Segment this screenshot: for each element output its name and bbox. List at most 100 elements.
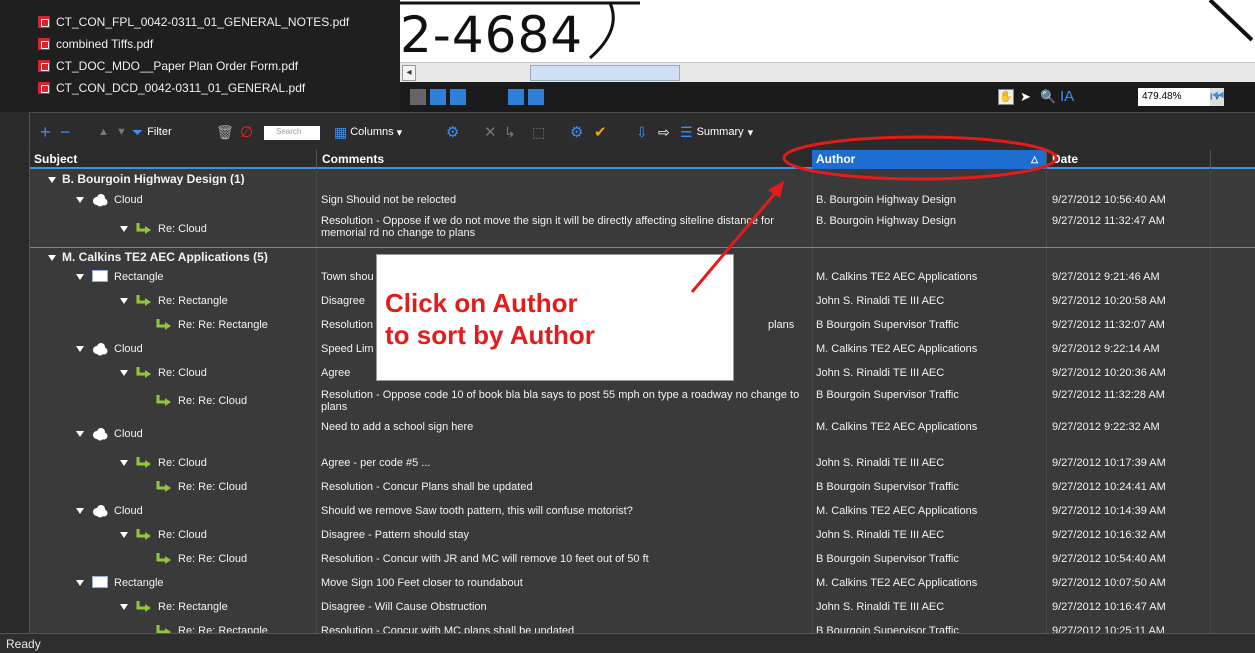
- first-page-icon[interactable]: ⏮: [1210, 89, 1230, 105]
- file-list-item[interactable]: CT_CON_DCD_0042-0311_01_GENERAL.pdf: [30, 77, 305, 99]
- author-cell: John S. Rinaldi TE III AEC: [816, 529, 945, 541]
- delete-icon[interactable]: ✕: [484, 123, 497, 141]
- file-list-item[interactable]: CT_CON_FPL_0042-0311_01_GENERAL_NOTES.pd…: [30, 11, 349, 33]
- expand-triangle-icon[interactable]: [76, 274, 84, 280]
- fit-page-icon[interactable]: [410, 89, 426, 105]
- expand-triangle-icon[interactable]: [120, 532, 128, 538]
- move-down-icon[interactable]: ▼: [116, 123, 127, 141]
- pdf-file-icon: [38, 16, 50, 28]
- file-list-item[interactable]: combined Tiffs.pdf: [30, 33, 153, 55]
- table-row[interactable]: Re: Re: Cloud Resolution - Oppose code 10…: [30, 385, 1255, 417]
- subject-cell: Rectangle: [114, 577, 164, 589]
- reply-icon[interactable]: ↳: [504, 123, 516, 141]
- scroll-left-icon[interactable]: ◂: [402, 65, 416, 81]
- comment-cell: Resolution - Concur with JR and MC will …: [321, 553, 649, 565]
- clear-filter-icon[interactable]: ∅: [240, 123, 253, 141]
- markup-settings-icon[interactable]: ⚙: [570, 123, 583, 141]
- expand-triangle-icon[interactable]: [48, 254, 56, 261]
- date-cell: 9/27/2012 10:20:36 AM: [1052, 367, 1166, 379]
- group-title: B. Bourgoin Highway Design (1): [62, 173, 245, 185]
- status-icon[interactable]: ⬚: [532, 123, 545, 141]
- author-cell: B. Bourgoin Highway Design: [816, 215, 957, 227]
- expand-triangle-icon[interactable]: [76, 508, 84, 514]
- pdf-file-icon: [38, 82, 50, 94]
- author-cell: B Bourgoin Supervisor Traffic: [816, 389, 959, 401]
- select-arrow-icon[interactable]: ➤: [1020, 89, 1036, 105]
- subject-cell: Re: Re: Cloud: [178, 395, 248, 407]
- grid-view-icon[interactable]: [508, 89, 524, 105]
- column-header-date[interactable]: Date: [1048, 150, 1208, 169]
- table-row[interactable]: Cloud Should we remove Saw tooth pattern,…: [30, 499, 1255, 523]
- subject-cell: Re: Re: Cloud: [178, 481, 248, 493]
- column-header-subject[interactable]: Subject: [30, 150, 316, 169]
- file-list-item[interactable]: CT_DOC_MDO__Paper Plan Order Form.pdf: [30, 55, 298, 77]
- table-row[interactable]: Rectangle Move Sign 100 Feet closer to ro…: [30, 571, 1255, 595]
- author-cell: John S. Rinaldi TE III AEC: [816, 601, 945, 613]
- table-row[interactable]: Re: Re: Cloud Resolution - Concur with JR…: [30, 547, 1255, 571]
- comment-cell: Resolution - Concur Plans shall be updat…: [321, 481, 533, 493]
- columns-button[interactable]: ▦ Columns ▾: [334, 123, 402, 141]
- subject-cell: Re: Cloud: [158, 457, 207, 469]
- text-select-icon[interactable]: IA: [1060, 89, 1086, 105]
- table-row[interactable]: Re: Cloud Resolution - Oppose if we do no…: [30, 211, 1255, 247]
- settings-gear-icon[interactable]: ⚙: [446, 123, 459, 141]
- trash-icon[interactable]: 🗑: [216, 123, 234, 141]
- expand-triangle-icon[interactable]: [120, 604, 128, 610]
- expand-triangle-icon[interactable]: [76, 346, 84, 352]
- download-icon[interactable]: [450, 89, 466, 105]
- comment-cell: Resolution - Oppose if we do not move th…: [321, 215, 774, 239]
- column-header-comments[interactable]: Comments: [318, 150, 812, 169]
- table-row[interactable]: Re: Rectangle Disagree - Will Cause Obstr…: [30, 595, 1255, 619]
- search-input[interactable]: Search: [264, 126, 320, 140]
- expand-all-icon[interactable]: +: [40, 122, 51, 142]
- author-cell: M. Calkins TE2 AEC Applications: [816, 271, 978, 283]
- scroll-thumb[interactable]: [530, 65, 680, 81]
- reply-arrow-icon: [136, 366, 152, 380]
- move-up-icon[interactable]: ▲: [98, 123, 109, 141]
- date-cell: 9/27/2012 10:14:39 AM: [1052, 505, 1166, 517]
- table-header: Subject Comments Author △ Date: [30, 150, 1255, 169]
- author-cell: B Bourgoin Supervisor Traffic: [816, 319, 959, 331]
- group-row[interactable]: B. Bourgoin Highway Design (1): [30, 171, 1255, 187]
- export-icon[interactable]: ⇨: [658, 123, 670, 141]
- import-icon[interactable]: ⇩: [636, 123, 648, 141]
- expand-triangle-icon[interactable]: [48, 176, 56, 183]
- expand-triangle-icon[interactable]: [76, 431, 84, 437]
- author-cell: M. Calkins TE2 AEC Applications: [816, 577, 978, 589]
- checkmark-icon[interactable]: ✔: [594, 123, 607, 141]
- expand-triangle-icon[interactable]: [76, 580, 84, 586]
- expand-triangle-icon[interactable]: [120, 298, 128, 304]
- reply-arrow-icon: [136, 294, 152, 308]
- author-cell: B. Bourgoin Highway Design: [816, 194, 957, 206]
- expand-triangle-icon[interactable]: [120, 226, 128, 232]
- author-cell: M. Calkins TE2 AEC Applications: [816, 421, 978, 433]
- date-cell: 9/27/2012 10:16:47 AM: [1052, 601, 1166, 613]
- table-row[interactable]: Re: Cloud Disagree - Pattern should stay J…: [30, 523, 1255, 547]
- table-row[interactable]: Re: Re: Rectangle Resolution - Concur wit…: [30, 619, 1255, 633]
- viewer-horizontal-scrollbar[interactable]: ◂: [400, 62, 1255, 82]
- pan-hand-icon[interactable]: ✋: [998, 89, 1014, 105]
- table-row[interactable]: Cloud Need to add a school sign here M. Ca…: [30, 417, 1255, 451]
- table-row[interactable]: Cloud Sign Should not be relocted B. Bourg…: [30, 189, 1255, 211]
- zoom-level-field[interactable]: 479.48%: [1138, 88, 1210, 106]
- subject-cell: Re: Re: Rectangle: [178, 319, 268, 331]
- rectangle-markup-icon: [92, 576, 108, 588]
- collapse-all-icon[interactable]: −: [60, 122, 71, 142]
- table-row[interactable]: Re: Re: Cloud Resolution - Concur Plans s…: [30, 475, 1255, 499]
- summary-list-icon: ☰: [680, 123, 693, 140]
- filter-button[interactable]: ⏷ Filter: [132, 123, 172, 141]
- summary-button[interactable]: ☰ Summary ▾: [680, 123, 753, 141]
- column-header-author[interactable]: Author △: [812, 150, 1046, 169]
- drawing-viewer[interactable]: 2-4684: [400, 0, 1255, 62]
- author-cell: B Bourgoin Supervisor Traffic: [816, 553, 959, 565]
- date-cell: 9/27/2012 10:24:41 AM: [1052, 481, 1166, 493]
- split-view-icon[interactable]: [528, 89, 544, 105]
- table-row[interactable]: Re: Cloud Agree - per code #5 ... John S. …: [30, 451, 1255, 475]
- author-cell: John S. Rinaldi TE III AEC: [816, 457, 945, 469]
- expand-triangle-icon[interactable]: [120, 460, 128, 466]
- zoom-icon[interactable]: 🔍: [1040, 89, 1056, 105]
- expand-triangle-icon[interactable]: [76, 197, 84, 203]
- next-page-icon[interactable]: [430, 89, 446, 105]
- expand-triangle-icon[interactable]: [120, 370, 128, 376]
- date-cell: 9/27/2012 10:20:58 AM: [1052, 295, 1166, 307]
